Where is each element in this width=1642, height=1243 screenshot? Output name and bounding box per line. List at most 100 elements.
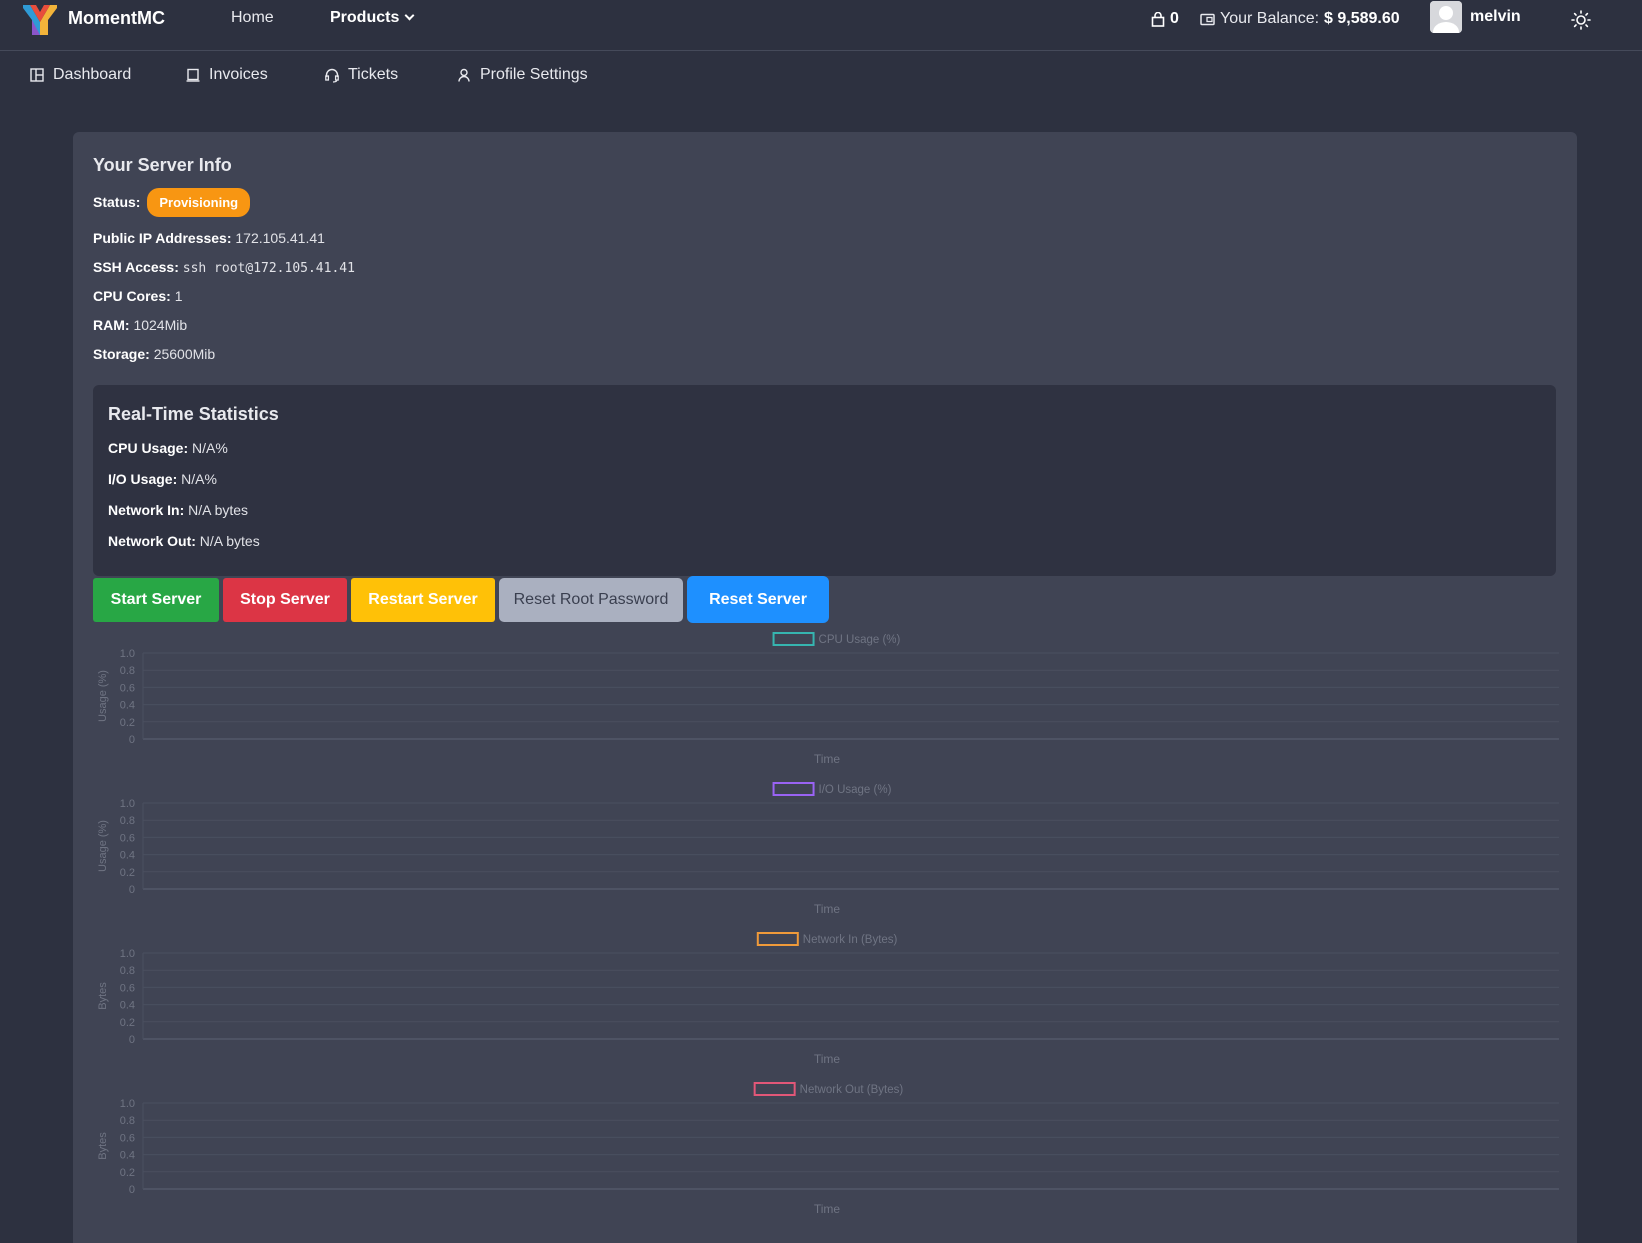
- avatar[interactable]: [1430, 1, 1462, 33]
- server-info-title: Your Server Info: [93, 155, 232, 175]
- cpu-usage-row: CPU Usage: N/A%: [108, 440, 228, 456]
- ram-label: RAM:: [93, 317, 130, 333]
- y-tick-label: 1.0: [120, 948, 135, 960]
- bag-icon: [1151, 11, 1165, 27]
- balance-display: Your Balance: $ 9,589.60: [1200, 10, 1400, 28]
- nav-home[interactable]: Home: [231, 9, 274, 27]
- network-in-label: Network In:: [108, 502, 185, 518]
- x-axis-label: Time: [814, 1052, 841, 1066]
- y-tick-label: 0.6: [120, 832, 135, 844]
- status-label: Status:: [93, 194, 141, 210]
- balance-label: Your Balance:: [1220, 10, 1320, 27]
- cpu-cores-label: CPU Cores:: [93, 288, 171, 304]
- x-axis-label: Time: [814, 902, 841, 916]
- ram-row: RAM: 1024Mib: [93, 317, 187, 333]
- y-tick-label: 0.2: [120, 867, 135, 879]
- y-tick-label: 0.4: [120, 850, 135, 862]
- sun-icon[interactable]: [1570, 9, 1592, 31]
- legend-swatch: [772, 632, 815, 646]
- subnav-tickets[interactable]: Tickets: [324, 66, 398, 84]
- status-badge: Provisioning: [147, 188, 251, 217]
- legend-swatch: [753, 1082, 796, 1096]
- subnav-profile-label: Profile Settings: [480, 66, 588, 83]
- start-server-button[interactable]: Start Server: [93, 578, 219, 622]
- y-tick-label: 0.8: [120, 815, 135, 827]
- y-tick-label: 0.2: [120, 1017, 135, 1029]
- cpu-usage-label: CPU Usage:: [108, 440, 189, 456]
- io-usage-chart: 1.0 0.8 0.6 0.4 0.2 0 Usage (%) Time I/O Usage (…: [93, 775, 1573, 925]
- x-axis-label: Time: [814, 1202, 841, 1216]
- y-tick-label: 0: [129, 1184, 135, 1196]
- network-out-chart: 1.0 0.8 0.6 0.4 0.2 0 Bytes Time Network Out (By…: [93, 1075, 1573, 1225]
- status-row: Status: Provisioning: [93, 188, 251, 217]
- chevron-down-icon: [404, 10, 415, 21]
- y-tick-label: 1.0: [120, 648, 135, 660]
- cpu-usage-value: N/A%: [192, 440, 228, 456]
- momentmc-logo-icon[interactable]: [22, 2, 58, 36]
- y-tick-label: 0.6: [120, 682, 135, 694]
- y-tick-label: 0.2: [120, 1167, 135, 1179]
- invoice-icon: [186, 68, 200, 82]
- subnav-invoices[interactable]: Invoices: [185, 66, 268, 84]
- legend-label: Network Out (Bytes): [800, 1084, 904, 1096]
- x-axis-label: Time: [814, 752, 841, 766]
- storage-row: Storage: 25600Mib: [93, 346, 215, 362]
- y-tick-label: 0.6: [120, 982, 135, 994]
- cpu-cores-value: 1: [174, 288, 183, 304]
- io-usage-value: N/A%: [181, 471, 217, 487]
- wallet-icon: [1200, 13, 1215, 25]
- y-tick-label: 1.0: [120, 798, 135, 810]
- cart-button[interactable]: 0: [1151, 10, 1179, 28]
- realtime-stats-panel: Real-Time Statistics CPU Usage: N/A% I/O…: [93, 385, 1556, 576]
- network-in-value: N/A bytes: [188, 502, 249, 518]
- y-axis-label: Bytes: [97, 982, 109, 1010]
- ram-value: 1024Mib: [133, 317, 188, 333]
- grid-icon: [30, 68, 44, 82]
- subnav-profile-settings[interactable]: Profile Settings: [456, 66, 588, 84]
- username[interactable]: melvin: [1470, 8, 1521, 26]
- io-usage-row: I/O Usage: N/A%: [108, 471, 217, 487]
- y-tick-label: 1.0: [120, 1098, 135, 1110]
- nav-products-label: Products: [330, 9, 400, 26]
- y-tick-label: 0.8: [120, 1115, 135, 1127]
- reset-server-button[interactable]: Reset Server: [687, 576, 829, 623]
- brand-name[interactable]: MomentMC: [68, 8, 165, 29]
- y-axis-label: Bytes: [97, 1132, 109, 1160]
- legend-swatch: [772, 782, 815, 796]
- network-out-row: Network Out: N/A bytes: [108, 533, 260, 549]
- ip-row: Public IP Addresses: 172.105.41.41: [93, 230, 325, 246]
- storage-value: 25600Mib: [153, 346, 216, 362]
- subnav-invoices-label: Invoices: [209, 66, 268, 83]
- reset-root-password-button[interactable]: Reset Root Password: [499, 578, 683, 622]
- server-info-card: Your Server Info Status: Provisioning Pu…: [73, 132, 1577, 1243]
- y-tick-label: 0: [129, 734, 135, 746]
- user-icon: [458, 68, 470, 82]
- y-tick-label: 0.2: [120, 717, 135, 729]
- nav-products-dropdown[interactable]: Products: [330, 9, 415, 27]
- legend-label: Network In (Bytes): [803, 934, 898, 946]
- y-tick-label: 0.8: [120, 665, 135, 677]
- restart-server-button[interactable]: Restart Server: [351, 578, 495, 622]
- network-in-row: Network In: N/A bytes: [108, 502, 248, 518]
- legend-label: I/O Usage (%): [819, 784, 892, 796]
- network-in-chart: 1.0 0.8 0.6 0.4 0.2 0 Bytes Time Network In (Byt…: [93, 925, 1573, 1075]
- ssh-row: SSH Access: ssh root@172.105.41.41: [93, 259, 355, 276]
- ssh-label: SSH Access:: [93, 259, 179, 275]
- ip-label: Public IP Addresses:: [93, 230, 232, 246]
- y-tick-label: 0.8: [120, 965, 135, 977]
- y-tick-label: 0: [129, 884, 135, 896]
- legend-label: CPU Usage (%): [819, 634, 901, 646]
- top-navbar: MomentMC Home Products 0 Your Balance: $…: [0, 0, 1642, 51]
- subnav-dashboard[interactable]: Dashboard: [29, 66, 131, 84]
- user-avatar-icon: [1430, 1, 1462, 33]
- subnav-tickets-label: Tickets: [348, 66, 399, 83]
- cart-count: 0: [1170, 10, 1179, 27]
- realtime-stats-title: Real-Time Statistics: [108, 404, 279, 424]
- y-tick-label: 0.6: [120, 1132, 135, 1144]
- stop-server-button[interactable]: Stop Server: [223, 578, 347, 622]
- cpu-usage-chart: 1.0 0.8 0.6 0.4 0.2 0 Usage (%) Time CPU Usage (…: [93, 625, 1573, 775]
- subnav-dashboard-label: Dashboard: [53, 66, 132, 83]
- y-tick-label: 0.4: [120, 1150, 135, 1162]
- y-axis-label: Usage (%): [97, 820, 109, 872]
- ssh-value: ssh root@172.105.41.41: [182, 261, 355, 276]
